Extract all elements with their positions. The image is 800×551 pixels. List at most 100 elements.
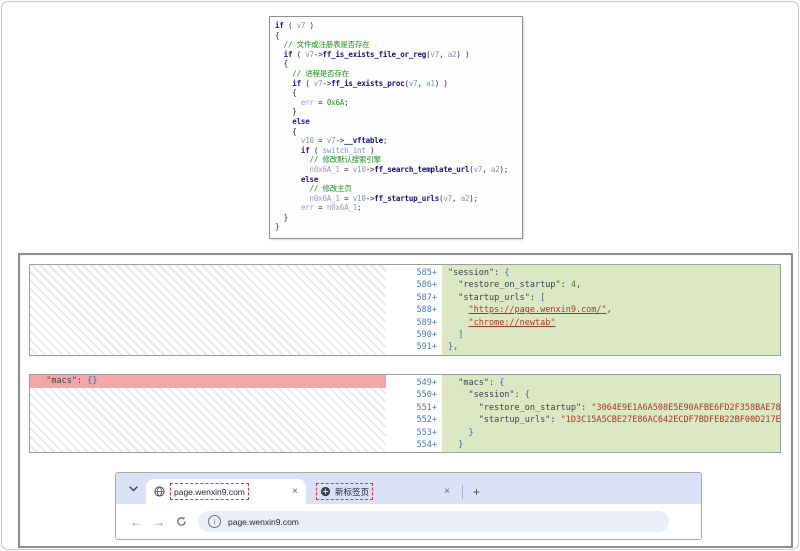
diff-block-session: 585+586+587+588+589+590+591+ "session": … (29, 264, 781, 356)
token: = (340, 194, 353, 203)
token (448, 305, 468, 315)
token: : (489, 378, 499, 388)
token: v10 (353, 165, 366, 174)
globe-icon (154, 486, 165, 497)
token: : (530, 293, 540, 303)
line-number: 588+ (386, 304, 437, 316)
diff-added-row: "startup_urls": "1D3C15A5CBE27E86AC642EC… (442, 414, 780, 426)
address-bar[interactable]: i page.wenxin9.com (198, 511, 669, 532)
token: "startup_urls" (479, 415, 551, 425)
token: ( (292, 50, 305, 59)
annotation-box: page.wenxin9.com (170, 483, 249, 500)
diff-new-pane: "session": { "restore_on_startup": 4, "s… (442, 265, 780, 355)
token (275, 50, 284, 59)
tab-new-tab[interactable]: 新标签页 × (306, 479, 458, 504)
diff-added-row: }, (442, 341, 780, 353)
token: ff_is_exists_proc (331, 79, 404, 88)
token: }, (448, 342, 458, 352)
line-number: 590+ (386, 329, 437, 341)
token: ( (284, 21, 297, 30)
token: ) ) (456, 50, 469, 59)
token: else (292, 117, 309, 126)
new-tab-button[interactable]: + (469, 486, 484, 498)
token: // 修改默认搜索引擎 (275, 155, 381, 164)
url-text: page.wenxin9.com (228, 517, 299, 527)
token: "https://page.wenxin9.com/" (468, 305, 606, 315)
diff-added-row: "chrome://newtab" (442, 317, 780, 329)
token (275, 117, 292, 126)
token: v7 (314, 79, 323, 88)
token: n0x6A_1 (327, 203, 357, 212)
token: if (275, 21, 284, 30)
forward-button[interactable]: → (153, 515, 165, 529)
diff-block-macs: "macs": {} 549+550+551+552+553+554+ "mac… (29, 374, 781, 453)
token: ff_startup_urls (374, 194, 439, 203)
diff-added-row: "https://page.wenxin9.com/", (442, 304, 780, 316)
reload-icon[interactable] (176, 516, 187, 527)
code-line: v10 = v7->__vftable; (275, 136, 517, 146)
code-line: if ( v7->ff_is_exists_file_or_reg(v7, a2… (275, 50, 517, 60)
code-line: else (275, 175, 517, 185)
token: : (515, 390, 525, 400)
line-number: 591+ (386, 341, 437, 353)
code-line: } (275, 107, 517, 117)
line-number: 586+ (386, 279, 437, 291)
back-button[interactable]: ← (130, 515, 142, 529)
token: } (275, 107, 297, 116)
token: "restore_on_startup" (479, 403, 581, 413)
tab-title: page.wenxin9.com (174, 487, 245, 497)
tab-close-icon[interactable]: × (442, 487, 452, 497)
token: = (314, 98, 327, 107)
token: = (314, 136, 327, 145)
diff-added-row: } (442, 439, 780, 451)
diff-new-pane: "macs": { "session": { "restore_on_start… (442, 375, 780, 452)
token: ( (310, 146, 323, 155)
line-number: 587+ (386, 292, 437, 304)
token: { (499, 378, 504, 388)
token: , (439, 50, 448, 59)
diff-line-number-gutter: 585+586+587+588+589+590+591+ (386, 265, 442, 355)
token (448, 378, 458, 388)
token: , (482, 165, 491, 174)
code-line: { (275, 88, 517, 98)
token (275, 146, 301, 155)
tab-page-wenxin9[interactable]: page.wenxin9.com × (146, 479, 306, 504)
token: if (292, 79, 301, 88)
token: ; (383, 136, 387, 145)
tab-close-icon[interactable]: × (290, 487, 300, 497)
token (275, 136, 301, 145)
info-icon[interactable]: i (208, 515, 221, 528)
code-line: { (275, 31, 517, 41)
code-line: { (275, 59, 517, 69)
code-line: // 进程是否存在 (275, 69, 517, 79)
token: "chrome://newtab" (468, 318, 555, 328)
line-number: 553+ (386, 427, 437, 439)
token: , (417, 79, 426, 88)
code-line: err = 0x6A; (275, 98, 517, 108)
token: { (275, 88, 297, 97)
token: v7 (474, 165, 483, 174)
token: ) ) (435, 79, 448, 88)
code-line: if ( switch_int ) (275, 146, 517, 156)
token: // 修改主页 (275, 184, 352, 193)
token: n0x6A_1 (310, 194, 340, 203)
token: ; (357, 203, 361, 212)
line-number: 549+ (386, 377, 437, 389)
token: v7 (305, 50, 314, 59)
token: ff_search_template_url (374, 165, 469, 174)
token: "restore_on_startup" (458, 280, 560, 290)
browser-toolbar: ← → i page.wenxin9.com (116, 504, 701, 539)
token: n0x6A_1 (310, 165, 340, 174)
token: { (275, 127, 297, 136)
token: "session" (468, 390, 514, 400)
diff-old-pane: "macs": {} (30, 375, 386, 452)
code-line: // 修改默认搜索引擎 (275, 155, 517, 165)
token: ( (301, 79, 314, 88)
token: , (452, 194, 461, 203)
token: if (301, 146, 310, 155)
token: v7 (430, 50, 439, 59)
token (275, 98, 301, 107)
token: 0x6A (327, 98, 344, 107)
diff-added-row: ] (442, 329, 780, 341)
tab-search-chevron-icon[interactable] (125, 481, 141, 497)
